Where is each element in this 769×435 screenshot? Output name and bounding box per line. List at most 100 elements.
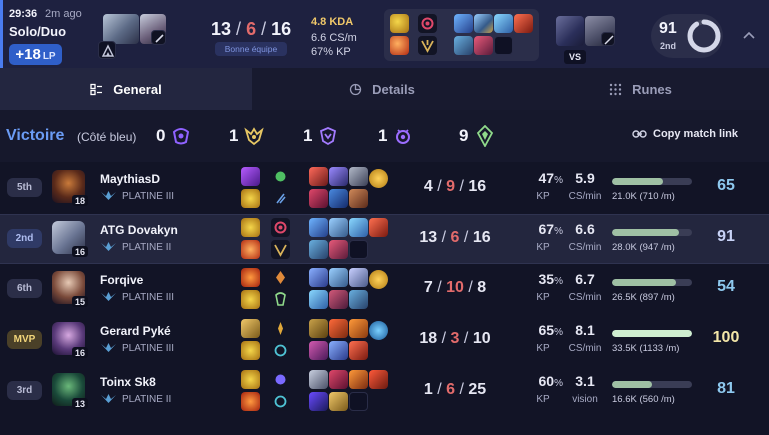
- header-assists: 16: [271, 19, 292, 39]
- player-name[interactable]: Forqive: [100, 273, 143, 287]
- empty-item-slot: [349, 392, 368, 411]
- trinket-icon: [369, 169, 388, 188]
- ignite-spell-icon: [241, 392, 260, 411]
- player-rank: PLATINE II: [122, 394, 172, 405]
- copy-match-link-button[interactable]: Copy match link: [632, 128, 738, 140]
- tab-details-label: Details: [372, 81, 415, 97]
- cs-label: CS/min: [568, 191, 602, 202]
- item-icon: [494, 14, 513, 33]
- list-icon: [90, 83, 103, 95]
- item-icon: [309, 218, 328, 237]
- player-row[interactable]: 2nd 16 ATG Dovakyn PLATINE II 13 / 6 / 1…: [0, 214, 769, 264]
- vs-label: VS: [564, 50, 586, 64]
- tab-bar: General Details Runes: [0, 68, 769, 110]
- cs-label: CS/min: [568, 292, 602, 303]
- player-row[interactable]: MVP 16 Gerard Pyké PLATINE III 18 / 3 / …: [0, 316, 769, 366]
- void-grub-icon: [396, 129, 410, 144]
- kp-value: 65: [538, 322, 555, 338]
- item-icon: [349, 341, 368, 360]
- deaths: 10: [446, 279, 464, 296]
- cs-value: 6.6: [575, 221, 595, 237]
- rune-keystone-icon: [271, 319, 290, 338]
- cs-label: CS/min: [568, 343, 602, 354]
- item-icon: [309, 268, 328, 287]
- item-icon: [349, 370, 368, 389]
- deaths: 6: [446, 381, 455, 398]
- chevron-up-icon[interactable]: [741, 28, 757, 44]
- damage-dealt: 28.0K (947 /m): [612, 242, 675, 253]
- copy-match-link-label: Copy match link: [653, 128, 738, 140]
- header-deaths: 6: [246, 19, 257, 39]
- baron-icon: [172, 128, 190, 145]
- damage-bar: [612, 178, 692, 185]
- player-name[interactable]: MaythiasD: [100, 172, 160, 186]
- trinket-icon: [369, 270, 388, 289]
- platinum-rank-icon: [101, 292, 116, 301]
- link-icon: [632, 130, 647, 138]
- player-kda: 18 / 3 / 10: [418, 330, 492, 348]
- flash-spell-icon: [241, 370, 260, 389]
- placement-badge: 5th: [7, 178, 42, 197]
- player-kda: 4 / 9 / 16: [418, 178, 492, 196]
- item-icon: [309, 240, 328, 259]
- tab-runes-label: Runes: [632, 81, 672, 97]
- kp-value: 35: [538, 271, 555, 287]
- player-row[interactable]: 6th 15 Forqive PLATINE III 7 / 10 / 8 35…: [0, 265, 769, 315]
- player-rank: PLATINE III: [122, 292, 175, 303]
- item-icon: [514, 14, 533, 33]
- tower-count: 9: [459, 126, 469, 145]
- placement-badge: 6th: [7, 279, 42, 298]
- tab-general-label: General: [113, 81, 162, 97]
- player-name[interactable]: Toinx Sk8: [100, 375, 156, 389]
- match-score: 91: [659, 20, 677, 37]
- player-name[interactable]: ATG Dovakyn: [100, 223, 178, 237]
- player-row[interactable]: 3rd 13 Toinx Sk8 PLATINE II 1 / 6 / 25 6…: [0, 367, 769, 417]
- item-icon: [349, 218, 368, 237]
- platinum-rank-icon: [101, 343, 116, 352]
- flash-spell-icon: [241, 218, 260, 237]
- kda-slash: /: [441, 229, 447, 246]
- cs-value: 3.1: [575, 373, 595, 389]
- player-name[interactable]: Gerard Pyké: [100, 324, 171, 338]
- damage-bar: [612, 229, 692, 236]
- item-icon: [349, 189, 368, 208]
- damage-bar-fill: [612, 279, 676, 286]
- kp-label: KP: [536, 242, 550, 253]
- item-icon: [309, 341, 328, 360]
- empty-item-slot: [494, 36, 513, 55]
- player-kda: 13 / 6 / 16: [418, 229, 492, 247]
- damage-bar-fill: [612, 381, 652, 388]
- player-kda: 1 / 6 / 25: [418, 381, 492, 399]
- item-icon: [329, 189, 348, 208]
- platinum-rank-icon: [101, 191, 116, 200]
- damage-dealt: 21.0K (710 /m): [612, 191, 675, 202]
- trinket-icon: [369, 321, 388, 340]
- kda-slash: /: [437, 279, 442, 296]
- tab-details[interactable]: Details: [252, 68, 512, 110]
- summoner-spell-icon: [241, 319, 260, 338]
- precision-rune-icon: [271, 240, 290, 259]
- tab-general[interactable]: General: [0, 68, 252, 110]
- kill-participation: 65%: [523, 322, 563, 338]
- flash-spell-icon: [241, 341, 260, 360]
- match-header[interactable]: 29:36 2m ago Solo/Duo +18 LP 13 / 6 / 16…: [0, 0, 769, 68]
- team-badge: Bonne équipe: [215, 42, 287, 56]
- champion-level: 15: [72, 296, 88, 307]
- player-score: 65: [717, 177, 735, 194]
- placement-badge: MVP: [7, 330, 42, 349]
- grid-dots-icon: [609, 83, 622, 95]
- cs-per-min: 6.6 CS/m: [311, 32, 357, 44]
- cs-value: 8.1: [575, 322, 595, 338]
- damage-bar-fill: [612, 178, 664, 185]
- tab-runes[interactable]: Runes: [512, 68, 769, 110]
- item-icon: [309, 319, 328, 338]
- kda-slash: /: [459, 178, 464, 195]
- item-icon: [454, 14, 473, 33]
- item-icon: [329, 392, 348, 411]
- damage-dealt: 33.5K (1133 /m): [612, 343, 680, 354]
- player-row[interactable]: 5th 18 MaythiasD PLATINE III 4 / 9 / 16 …: [0, 164, 769, 214]
- assists: 10: [472, 330, 491, 347]
- player-rank: PLATINE III: [122, 191, 175, 202]
- ignite-spell-icon: [241, 240, 260, 259]
- tower-icon: [476, 125, 494, 147]
